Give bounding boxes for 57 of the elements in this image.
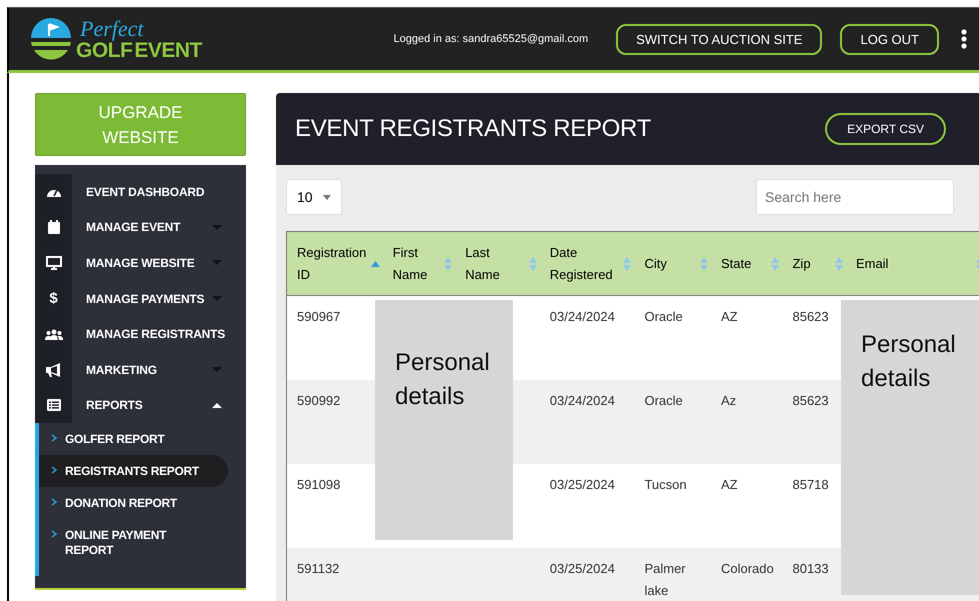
submenu-item[interactable]: REGISTRANTS REPORT [39, 455, 228, 488]
menu-item[interactable]: MANAGE WEBSITE [35, 245, 246, 281]
menu-item[interactable]: $ MANAGE PAYMENTS [35, 280, 246, 316]
table-cell: AZ [710, 464, 782, 548]
chevron-right-icon [51, 498, 57, 506]
header-button[interactable]: SWITCH TO AUCTION SITE [616, 24, 822, 54]
table-cell: 591132 [287, 548, 383, 601]
column-header[interactable]: State [710, 232, 782, 296]
logo-text: Perfect [80, 18, 145, 40]
dropdown-icon [323, 194, 331, 200]
table-cell: Palmer lake [634, 548, 711, 601]
redaction-box: Personal details [841, 300, 979, 595]
menu-item[interactable]: MANAGE REGISTRANTS [35, 316, 246, 352]
export-button[interactable]: EXPORT CSV [825, 113, 946, 145]
menu-item[interactable]: EVENT DASHBOARD [35, 174, 246, 210]
chevron-right-icon [51, 434, 57, 442]
more-icon[interactable] [961, 29, 967, 49]
search-field[interactable]: Search here [756, 179, 954, 215]
submenu-item[interactable]: GOLFER REPORT [39, 423, 228, 456]
header-button[interactable]: LOG OUT [840, 24, 939, 54]
table-cell: Oracle [634, 380, 711, 464]
table-cell: Az [710, 380, 782, 464]
table-cell: 03/25/2024 [540, 464, 634, 548]
table-cell: AZ [710, 296, 782, 380]
column-header[interactable]: Email [846, 232, 979, 296]
column-header[interactable]: First Name [382, 232, 456, 296]
column-header[interactable]: Zip [782, 232, 846, 296]
golf-ball-icon [29, 18, 73, 60]
chevron-right-icon [51, 466, 57, 474]
table-cell: 03/24/2024 [540, 296, 634, 380]
table-cell: 03/25/2024 [540, 548, 634, 601]
list-icon [46, 399, 60, 412]
page-size-select[interactable]: 10 [286, 179, 342, 215]
menu-item[interactable]: MANAGE EVENT [35, 210, 246, 246]
menu-item[interactable]: REPORTS [35, 388, 246, 424]
report-title: EVENT REGISTRANTS REPORT [295, 115, 651, 143]
column-header[interactable]: City [634, 232, 711, 296]
column-header[interactable]: Registration ID [287, 232, 383, 296]
table-cell: 03/24/2024 [540, 380, 634, 464]
monitor-icon [46, 256, 62, 270]
table-cell: Oracle [634, 296, 711, 380]
column-header[interactable]: Last Name [455, 232, 540, 296]
redaction-box: Personal details [375, 300, 513, 540]
submenu-item[interactable]: DONATION REPORT [39, 487, 228, 520]
logged-in-text: Logged in as: sandra65525@gmail.com [393, 33, 588, 45]
megaphone-icon [45, 362, 62, 377]
table-cell: Tucson [634, 464, 711, 548]
chevron-right-icon [51, 530, 57, 538]
menu-item[interactable]: MARKETING [35, 352, 246, 388]
logo-text: GOLFEVENT [76, 40, 202, 60]
dollar-icon: $ [49, 290, 58, 308]
people-icon [44, 328, 62, 340]
calendar-icon [48, 220, 60, 234]
submenu-item[interactable]: ONLINE PAYMENT REPORT [39, 519, 228, 566]
table-cell: Colorado [710, 548, 782, 601]
logo[interactable]: Perfect GOLFEVENT [29, 18, 202, 60]
column-header[interactable]: Date Registered [540, 232, 634, 296]
